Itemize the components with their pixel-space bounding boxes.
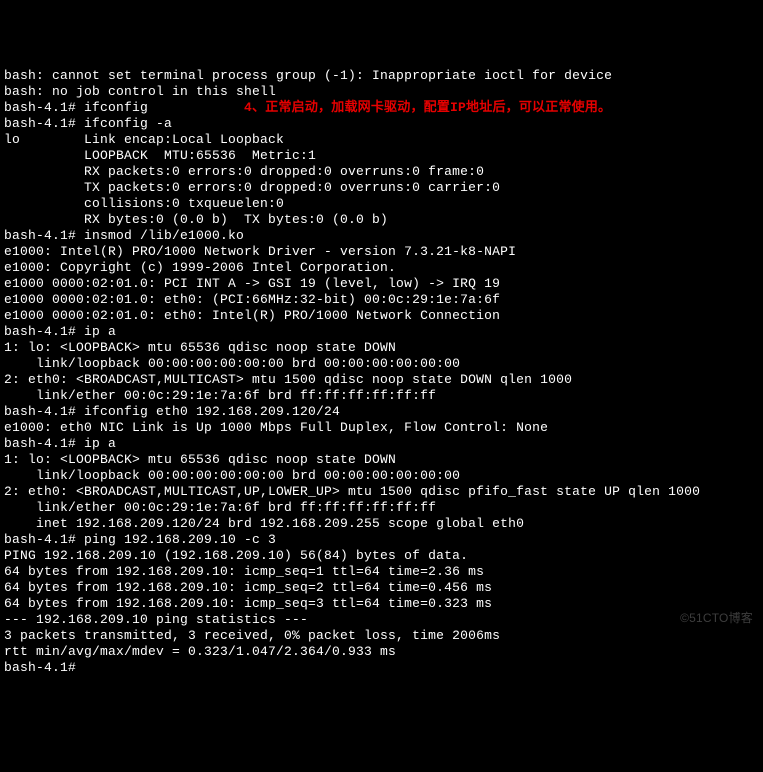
terminal-line: rtt min/avg/max/mdev = 0.323/1.047/2.364… bbox=[4, 644, 759, 660]
terminal-line: bash-4.1# ip a bbox=[4, 324, 759, 340]
terminal-line: 1: lo: <LOOPBACK> mtu 65536 qdisc noop s… bbox=[4, 340, 759, 356]
terminal-line: bash-4.1# ifconfig -a bbox=[4, 116, 759, 132]
terminal-line: bash-4.1# ifconfig 4、正常启动，加载网卡驱动，配置IP地址后… bbox=[4, 100, 759, 116]
terminal-line: inet 192.168.209.120/24 brd 192.168.209.… bbox=[4, 516, 759, 532]
terminal-line: 3 packets transmitted, 3 received, 0% pa… bbox=[4, 628, 759, 644]
terminal-line: bash: no job control in this shell bbox=[4, 84, 759, 100]
terminal-line: link/ether 00:0c:29:1e:7a:6f brd ff:ff:f… bbox=[4, 388, 759, 404]
terminal-line: RX packets:0 errors:0 dropped:0 overruns… bbox=[4, 164, 759, 180]
terminal-line: RX bytes:0 (0.0 b) TX bytes:0 (0.0 b) bbox=[4, 212, 759, 228]
terminal-line: collisions:0 txqueuelen:0 bbox=[4, 196, 759, 212]
terminal-line: e1000: Copyright (c) 1999-2006 Intel Cor… bbox=[4, 260, 759, 276]
terminal-line: bash-4.1# bbox=[4, 660, 759, 676]
terminal-line: bash: cannot set terminal process group … bbox=[4, 68, 759, 84]
terminal-line: bash-4.1# ifconfig eth0 192.168.209.120/… bbox=[4, 404, 759, 420]
terminal-line: e1000 0000:02:01.0: eth0: Intel(R) PRO/1… bbox=[4, 308, 759, 324]
terminal-line: e1000 0000:02:01.0: eth0: (PCI:66MHz:32-… bbox=[4, 292, 759, 308]
terminal-line: 2: eth0: <BROADCAST,MULTICAST,UP,LOWER_U… bbox=[4, 484, 759, 500]
terminal-line: bash-4.1# ping 192.168.209.10 -c 3 bbox=[4, 532, 759, 548]
terminal-line: e1000: eth0 NIC Link is Up 1000 Mbps Ful… bbox=[4, 420, 759, 436]
terminal-line: 64 bytes from 192.168.209.10: icmp_seq=1… bbox=[4, 564, 759, 580]
terminal-line: link/loopback 00:00:00:00:00:00 brd 00:0… bbox=[4, 468, 759, 484]
terminal-line: bash-4.1# insmod /lib/e1000.ko bbox=[4, 228, 759, 244]
terminal-line: e1000 0000:02:01.0: PCI INT A -> GSI 19 … bbox=[4, 276, 759, 292]
terminal-line: lo Link encap:Local Loopback bbox=[4, 132, 759, 148]
watermark: ©51CTO博客 bbox=[680, 610, 753, 626]
terminal-line: 64 bytes from 192.168.209.10: icmp_seq=3… bbox=[4, 596, 759, 612]
terminal-line: link/loopback 00:00:00:00:00:00 brd 00:0… bbox=[4, 356, 759, 372]
terminal-line: LOOPBACK MTU:65536 Metric:1 bbox=[4, 148, 759, 164]
annotation-text: 4、正常启动，加载网卡驱动，配置IP地址后，可以正常使用。 bbox=[244, 100, 611, 115]
terminal-line: 64 bytes from 192.168.209.10: icmp_seq=2… bbox=[4, 580, 759, 596]
terminal-output[interactable]: bash: cannot set terminal process group … bbox=[4, 68, 759, 676]
terminal-line: --- 192.168.209.10 ping statistics --- bbox=[4, 612, 759, 628]
terminal-line: 2: eth0: <BROADCAST,MULTICAST> mtu 1500 … bbox=[4, 372, 759, 388]
terminal-line: link/ether 00:0c:29:1e:7a:6f brd ff:ff:f… bbox=[4, 500, 759, 516]
terminal-line: PING 192.168.209.10 (192.168.209.10) 56(… bbox=[4, 548, 759, 564]
terminal-line: 1: lo: <LOOPBACK> mtu 65536 qdisc noop s… bbox=[4, 452, 759, 468]
terminal-line: TX packets:0 errors:0 dropped:0 overruns… bbox=[4, 180, 759, 196]
terminal-line: e1000: Intel(R) PRO/1000 Network Driver … bbox=[4, 244, 759, 260]
terminal-line: bash-4.1# ip a bbox=[4, 436, 759, 452]
